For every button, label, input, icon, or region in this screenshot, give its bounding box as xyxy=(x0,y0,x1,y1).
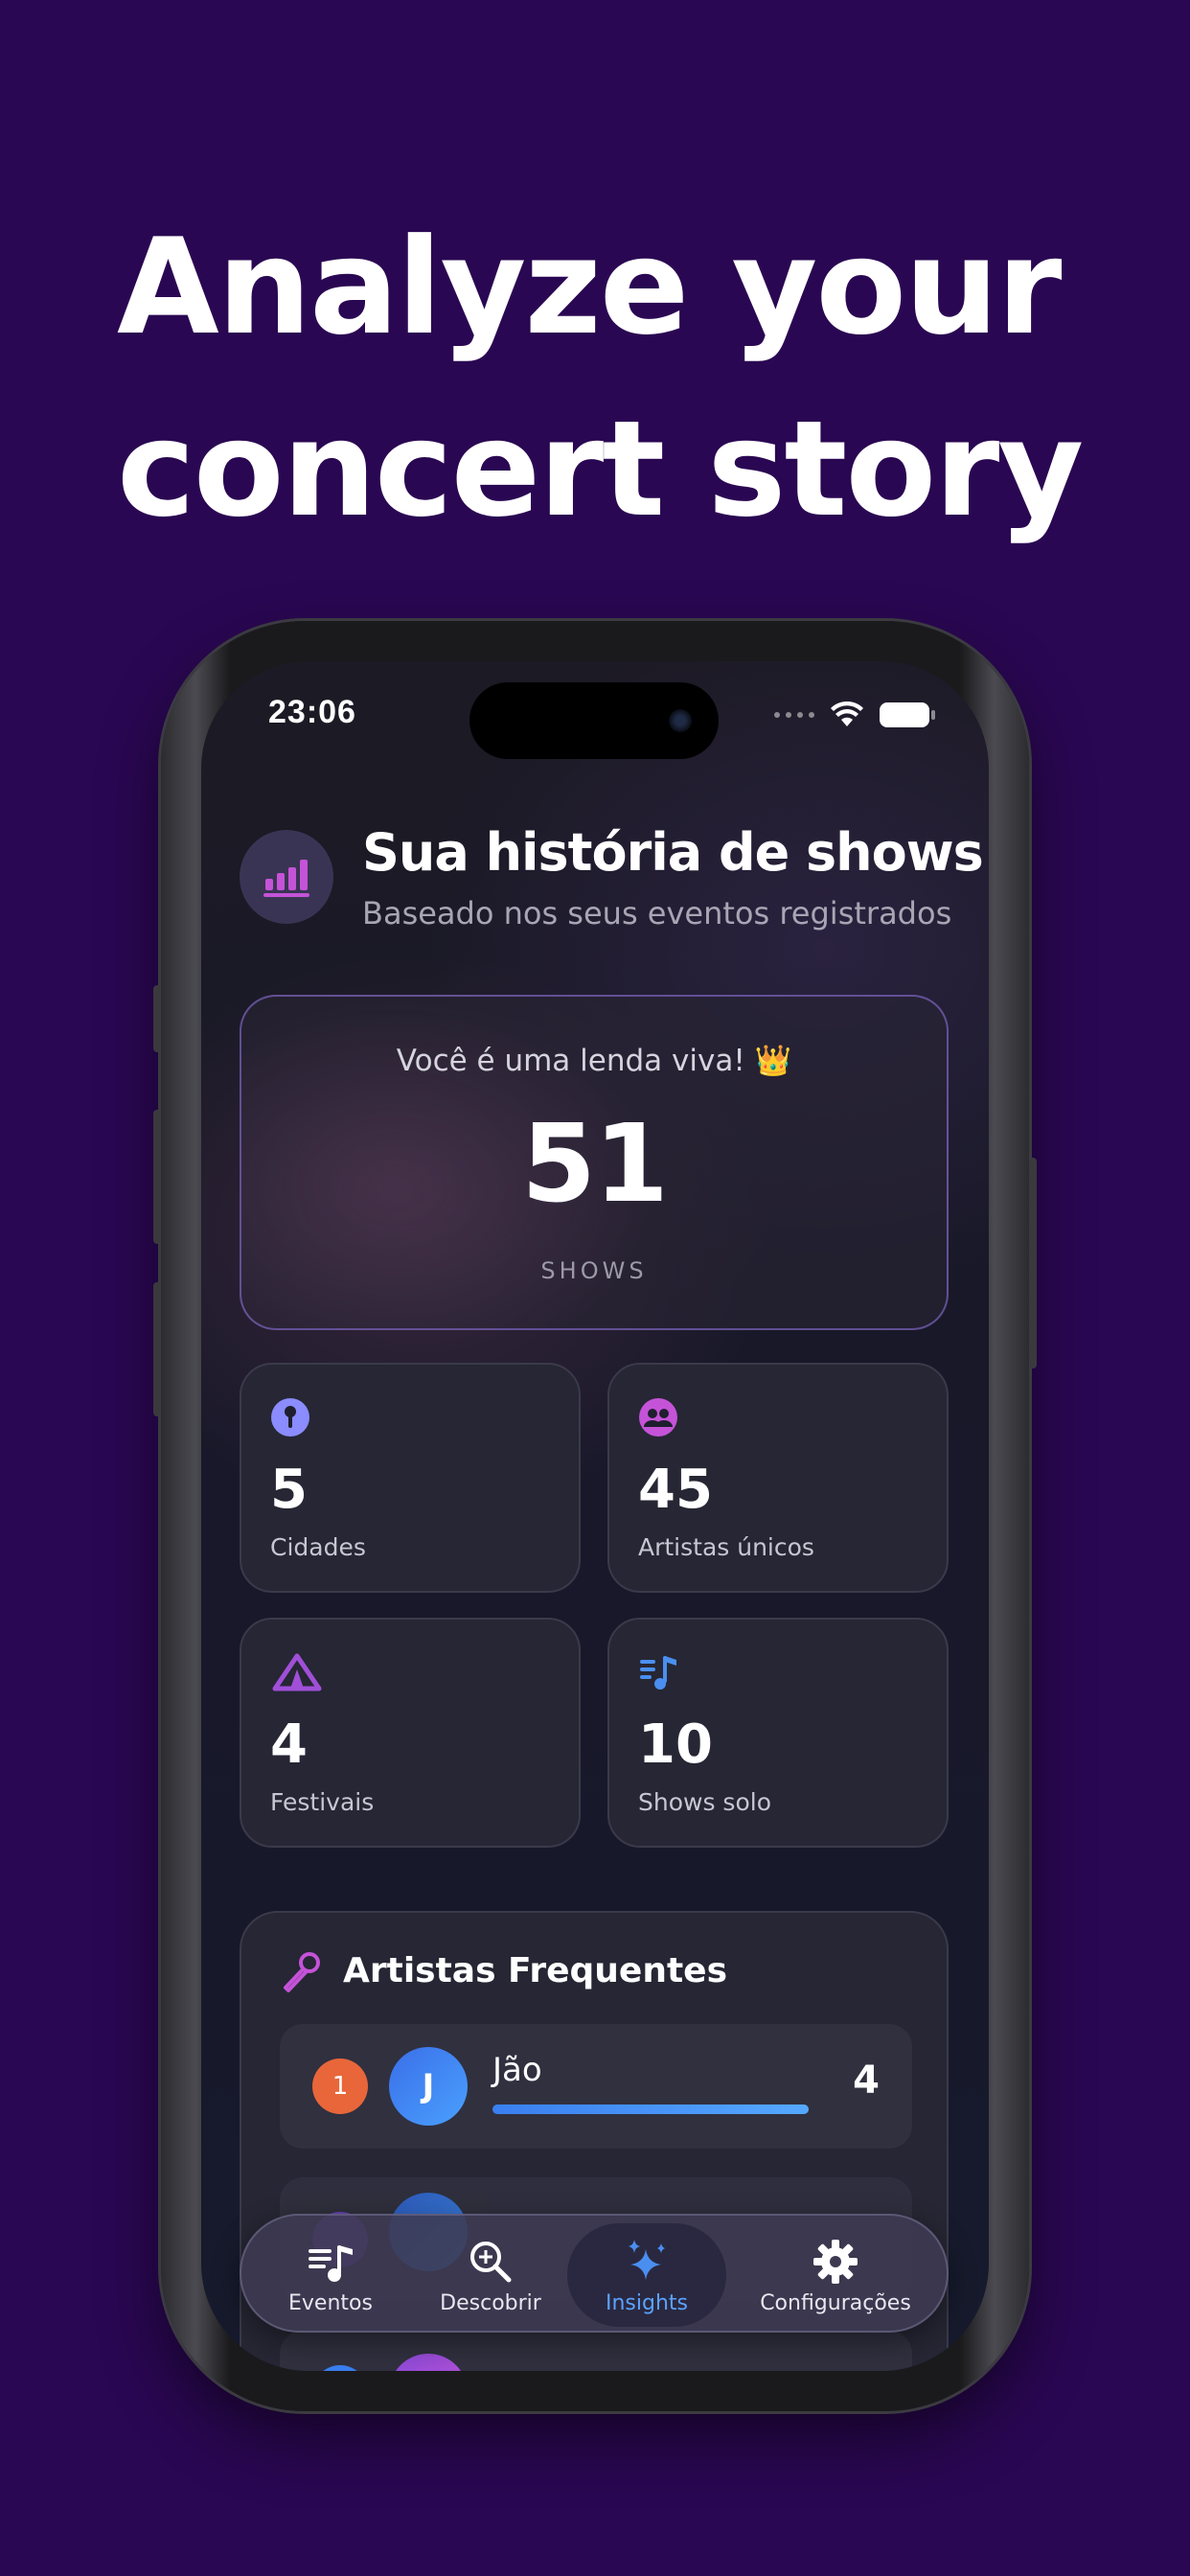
page-subtitle: Baseado nos seus eventos registrados xyxy=(362,895,952,932)
artist-count: 4 xyxy=(853,2058,880,2103)
total-shows-card: Você é uma lenda viva! 👑 51 SHOWS xyxy=(240,995,949,1330)
stat-label: Festivais xyxy=(270,1788,375,1816)
headline-line-1: Analyze your xyxy=(117,210,1062,364)
sparkles-icon xyxy=(629,2239,665,2280)
tab-eventos[interactable]: Eventos xyxy=(268,2216,393,2334)
people-icon xyxy=(639,1398,677,1437)
stat-card-festivals: 4 Festivais xyxy=(240,1618,581,1848)
tab-descobrir[interactable]: Descobrir xyxy=(423,2216,558,2334)
artist-row[interactable]: 1 J Jão 4 xyxy=(280,2024,912,2149)
pin-icon xyxy=(271,1398,309,1437)
tab-label: Configurações xyxy=(760,2290,911,2315)
tab-label: Insights xyxy=(605,2290,688,2315)
chart-bars-icon xyxy=(240,830,333,924)
stat-card-cities: 5 Cidades xyxy=(240,1363,581,1593)
section-title: Artistas Frequentes xyxy=(343,1951,728,1990)
artist-progress-bar xyxy=(492,2104,809,2114)
stat-card-artists: 45 Artistas únicos xyxy=(607,1363,949,1593)
volume-down-button xyxy=(153,1282,161,1416)
music-list-icon xyxy=(640,1656,676,1690)
stat-card-solo-shows: 10 Shows solo xyxy=(607,1618,949,1848)
gear-icon xyxy=(813,2239,858,2284)
phone-frame: 23:06 Sua história de shows Baseado nos … xyxy=(153,621,1037,2411)
stat-label: Cidades xyxy=(270,1533,366,1561)
microphone-icon xyxy=(284,1952,320,1992)
artist-row[interactable] xyxy=(280,2331,912,2371)
tab-bar: Eventos Descobrir Insights Configurações xyxy=(240,2214,949,2333)
tab-configuracoes[interactable]: Configurações xyxy=(740,2216,931,2334)
stat-value: 45 xyxy=(638,1459,713,1521)
status-icons xyxy=(774,702,935,728)
dynamic-island xyxy=(469,682,719,759)
volume-up-button xyxy=(153,1110,161,1244)
wifi-icon xyxy=(831,702,863,726)
stat-value: 5 xyxy=(270,1459,308,1521)
headline-line-2: concert story xyxy=(117,392,1084,546)
total-shows-value: 51 xyxy=(521,1102,669,1227)
battery-icon xyxy=(880,702,935,727)
rank-badge xyxy=(312,2365,368,2371)
avatar: J xyxy=(389,2047,468,2126)
tab-label: Descobrir xyxy=(440,2290,541,2315)
hero-message: Você é uma lenda viva! 👑 xyxy=(396,1044,792,1078)
signal-icon xyxy=(774,712,814,718)
tab-label: Eventos xyxy=(288,2290,373,2315)
phone-screen: 23:06 Sua história de shows Baseado nos … xyxy=(201,661,989,2371)
page-title: Sua história de shows xyxy=(362,822,984,883)
stat-value: 4 xyxy=(270,1714,308,1776)
stat-label: Artistas únicos xyxy=(638,1533,814,1561)
avatar xyxy=(389,2354,468,2371)
magnify-icon xyxy=(470,2241,512,2282)
tent-icon xyxy=(272,1653,322,1691)
music-list-icon xyxy=(309,2244,353,2282)
camera-icon xyxy=(669,709,692,732)
artist-name: Jão xyxy=(492,2051,542,2089)
headline: Analyze your concert story xyxy=(117,196,1133,561)
rank-badge: 1 xyxy=(312,2058,368,2114)
silent-switch xyxy=(153,985,161,1052)
tab-insights[interactable]: Insights xyxy=(577,2216,717,2334)
total-shows-label: SHOWS xyxy=(540,1257,648,1284)
stat-label: Shows solo xyxy=(638,1788,771,1816)
status-time: 23:06 xyxy=(268,694,356,730)
power-button xyxy=(1029,1158,1037,1368)
stat-value: 10 xyxy=(638,1714,713,1776)
